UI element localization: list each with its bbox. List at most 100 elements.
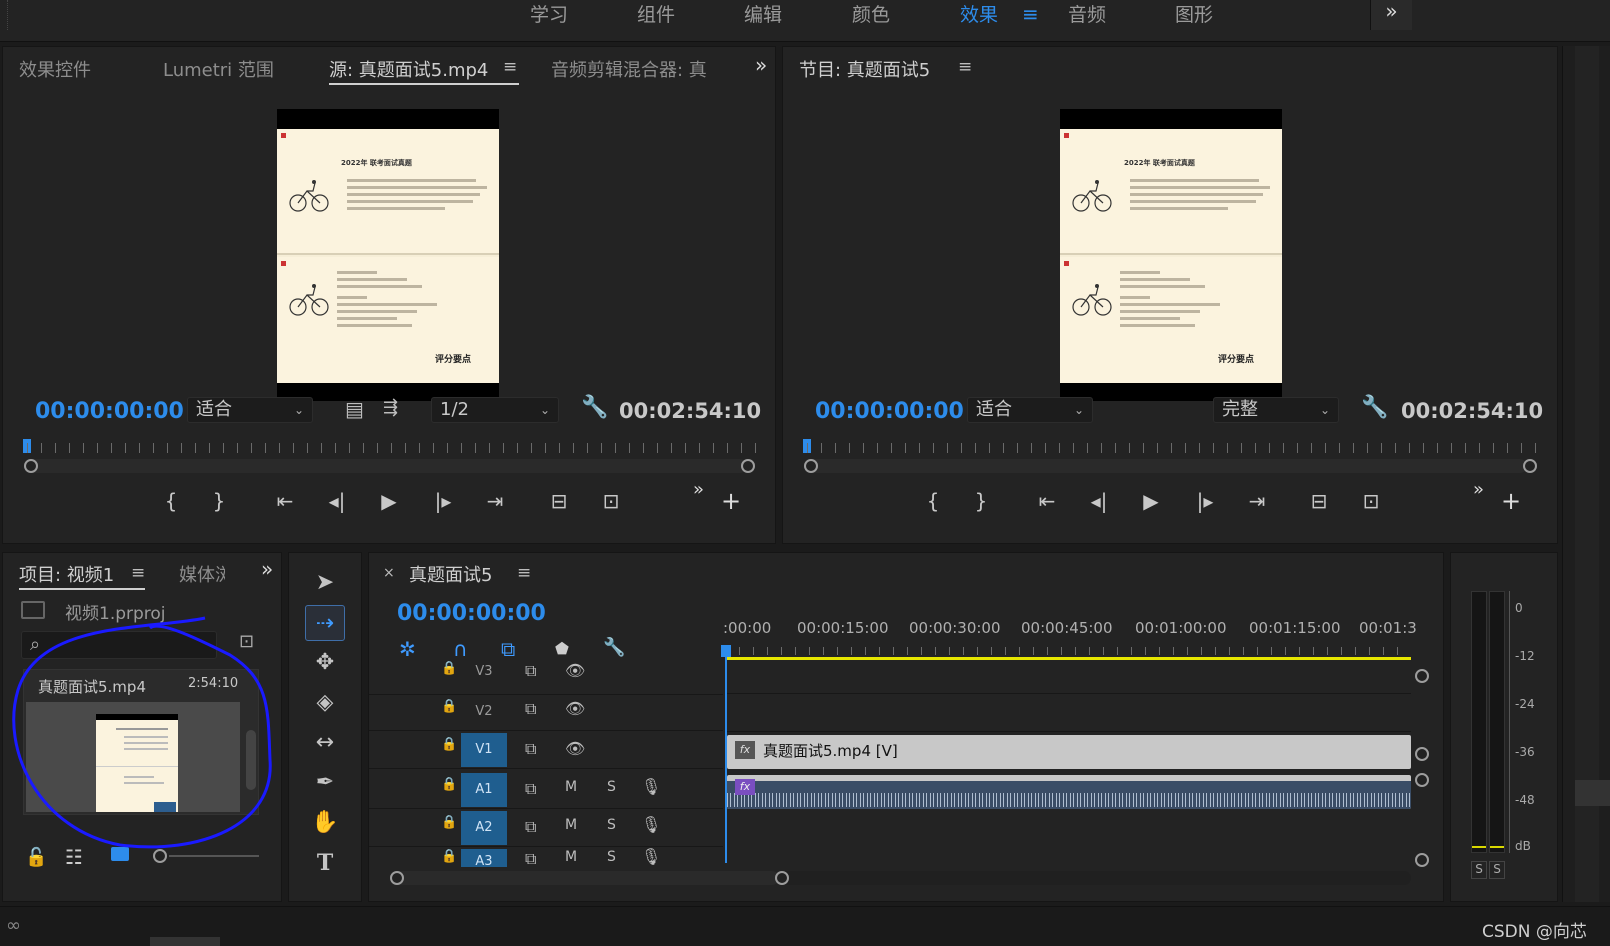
sync-lock-icon[interactable]: ⧉	[525, 817, 536, 837]
selection-tool-icon[interactable]: ➤	[305, 565, 345, 601]
workspace-editing[interactable]: 编辑	[744, 0, 782, 26]
solo-button[interactable]: S	[607, 779, 616, 795]
insert-button[interactable]: ⊟	[545, 489, 573, 513]
tab-lumetri-scopes[interactable]: Lumetri 范围	[163, 56, 274, 82]
program-zoom-handle-right[interactable]	[1523, 459, 1537, 473]
creative-cloud-icon[interactable]: ∞	[6, 915, 21, 936]
more-controls-icon[interactable]: »	[1473, 479, 1484, 500]
settings-wrench-icon[interactable]: 🔧	[581, 395, 608, 420]
audio-clip[interactable]: fx	[727, 775, 1411, 809]
track-lock-icon[interactable]: 🔒	[441, 777, 457, 792]
source-zoom-handle-right[interactable]	[741, 459, 755, 473]
drag-handle[interactable]	[0, 0, 8, 30]
panel-overflow-icon[interactable]: »	[755, 53, 767, 77]
step-back-button[interactable]: ◂|	[323, 489, 351, 513]
go-to-out-button[interactable]: ⇥	[481, 489, 509, 513]
settings-wrench-icon[interactable]: 🔧	[1361, 395, 1388, 420]
scroll-thumb[interactable]	[1575, 780, 1610, 806]
timeline-zoom-handle-left[interactable]	[390, 871, 404, 885]
button-editor-plus-icon[interactable]: +	[721, 487, 741, 515]
program-panel-menu-icon[interactable]: ≡	[958, 57, 972, 77]
film-strip-icon[interactable]: ▤	[345, 397, 364, 421]
source-time-ruler[interactable]	[27, 443, 757, 453]
tab-media-browser[interactable]: 媒体浏	[179, 561, 225, 587]
video-track-scroll-knob[interactable]	[1415, 669, 1429, 683]
go-to-in-button[interactable]: ⇤	[1033, 489, 1061, 513]
add-marker-icon[interactable]: ⬟	[555, 639, 569, 658]
source-zoom-handle-left[interactable]	[24, 459, 38, 473]
eye-icon[interactable]: 👁	[565, 661, 585, 680]
lift-button[interactable]: ⊟	[1305, 489, 1333, 513]
tab-project[interactable]: 项目: 视频1	[19, 561, 114, 587]
track-label-v3[interactable]: V3	[461, 657, 507, 687]
tab-source[interactable]: 源: 真题面试5.mp4	[329, 56, 488, 82]
type-tool-icon[interactable]: T	[305, 845, 345, 881]
mark-out-button[interactable]: }	[205, 489, 233, 513]
workspace-overflow-icon[interactable]: »	[1370, 0, 1412, 30]
slip-tool-icon[interactable]: ↔	[305, 725, 345, 761]
program-zoom-scrollbar[interactable]	[807, 459, 1527, 473]
mute-button[interactable]: M	[565, 849, 577, 865]
sync-lock-icon[interactable]: ⧉	[525, 849, 536, 867]
timeline-menu-icon[interactable]: ≡	[517, 563, 531, 583]
eye-icon[interactable]: 👁	[565, 699, 585, 718]
overwrite-button[interactable]: ⊡	[597, 489, 625, 513]
track-label-v2[interactable]: V2	[461, 697, 507, 727]
project-panel-menu-icon[interactable]: ≡	[131, 563, 145, 583]
solo-right-button[interactable]: S	[1489, 861, 1505, 879]
mark-out-button[interactable]: }	[967, 489, 995, 513]
more-controls-icon[interactable]: »	[693, 479, 704, 500]
track-select-tool-icon[interactable]: ⇢	[305, 605, 345, 641]
tab-effect-controls[interactable]: 效果控件	[19, 56, 91, 82]
source-resolution-dropdown[interactable]: 1/2 ⌄	[431, 397, 559, 423]
play-button[interactable]: ▶	[1137, 489, 1165, 513]
solo-left-button[interactable]: S	[1471, 861, 1487, 879]
workspace-graphics[interactable]: 图形	[1175, 0, 1213, 26]
microphone-icon[interactable]: 🎙	[641, 815, 661, 834]
workspace-audio[interactable]: 音频	[1068, 0, 1106, 26]
play-button[interactable]: ▶	[375, 489, 403, 513]
razor-tool-icon[interactable]: ◈	[305, 685, 345, 721]
step-forward-button[interactable]: |▸	[429, 489, 457, 513]
step-back-button[interactable]: ◂|	[1085, 489, 1113, 513]
audio-track-scroll-knob[interactable]	[1415, 773, 1429, 787]
track-label-a1[interactable]: A1	[461, 773, 507, 807]
solo-button[interactable]: S	[607, 817, 616, 833]
track-lock-icon[interactable]: 🔒	[441, 661, 457, 676]
work-area-bar[interactable]	[725, 657, 1411, 660]
workspace-learn[interactable]: 学习	[530, 0, 568, 26]
mark-in-button[interactable]: {	[157, 489, 185, 513]
drag-video-only-icon[interactable]: ⇶	[383, 397, 398, 418]
track-lock-icon[interactable]: 🔒	[441, 737, 457, 752]
track-label-a3[interactable]: A3	[461, 849, 507, 867]
go-to-out-button[interactable]: ⇥	[1243, 489, 1271, 513]
tab-sequence[interactable]: 真题面试5	[409, 561, 492, 587]
timeline-settings-wrench-icon[interactable]: 🔧	[603, 637, 625, 658]
step-forward-button[interactable]: |▸	[1191, 489, 1219, 513]
track-label-a2[interactable]: A2	[461, 811, 507, 845]
microphone-icon[interactable]: 🎙	[641, 847, 661, 866]
eye-icon[interactable]: 👁	[565, 739, 585, 758]
fx-badge[interactable]: fx	[735, 741, 755, 759]
source-timecode[interactable]: 00:00:00:00	[35, 399, 184, 424]
workspace-effects[interactable]: 效果	[960, 0, 998, 26]
track-lock-icon[interactable]: 🔒	[441, 849, 457, 864]
sync-lock-icon[interactable]: ⧉	[525, 779, 536, 799]
go-to-in-button[interactable]: ⇤	[271, 489, 299, 513]
extract-button[interactable]: ⊡	[1357, 489, 1385, 513]
mute-button[interactable]: M	[565, 817, 577, 833]
timeline-scroll-track[interactable]	[779, 871, 1411, 885]
workspace-assembly[interactable]: 组件	[637, 0, 675, 26]
track-label-v1[interactable]: V1	[461, 733, 507, 767]
button-editor-plus-icon[interactable]: +	[1501, 487, 1521, 515]
program-timecode[interactable]: 00:00:00:00	[815, 399, 964, 424]
mark-in-button[interactable]: {	[919, 489, 947, 513]
mute-button[interactable]: M	[565, 779, 577, 795]
vertical-scrollbar[interactable]	[1575, 46, 1599, 902]
solo-button[interactable]: S	[607, 849, 616, 865]
workspace-color[interactable]: 颜色	[852, 0, 890, 26]
source-panel-menu-icon[interactable]: ≡	[503, 57, 517, 77]
timeline-timecode[interactable]: 00:00:00:00	[397, 601, 546, 626]
timeline-zoom-scrollbar[interactable]	[393, 871, 779, 885]
tab-audio-clip-mixer[interactable]: 音频剪辑混合器: 真	[551, 56, 723, 82]
